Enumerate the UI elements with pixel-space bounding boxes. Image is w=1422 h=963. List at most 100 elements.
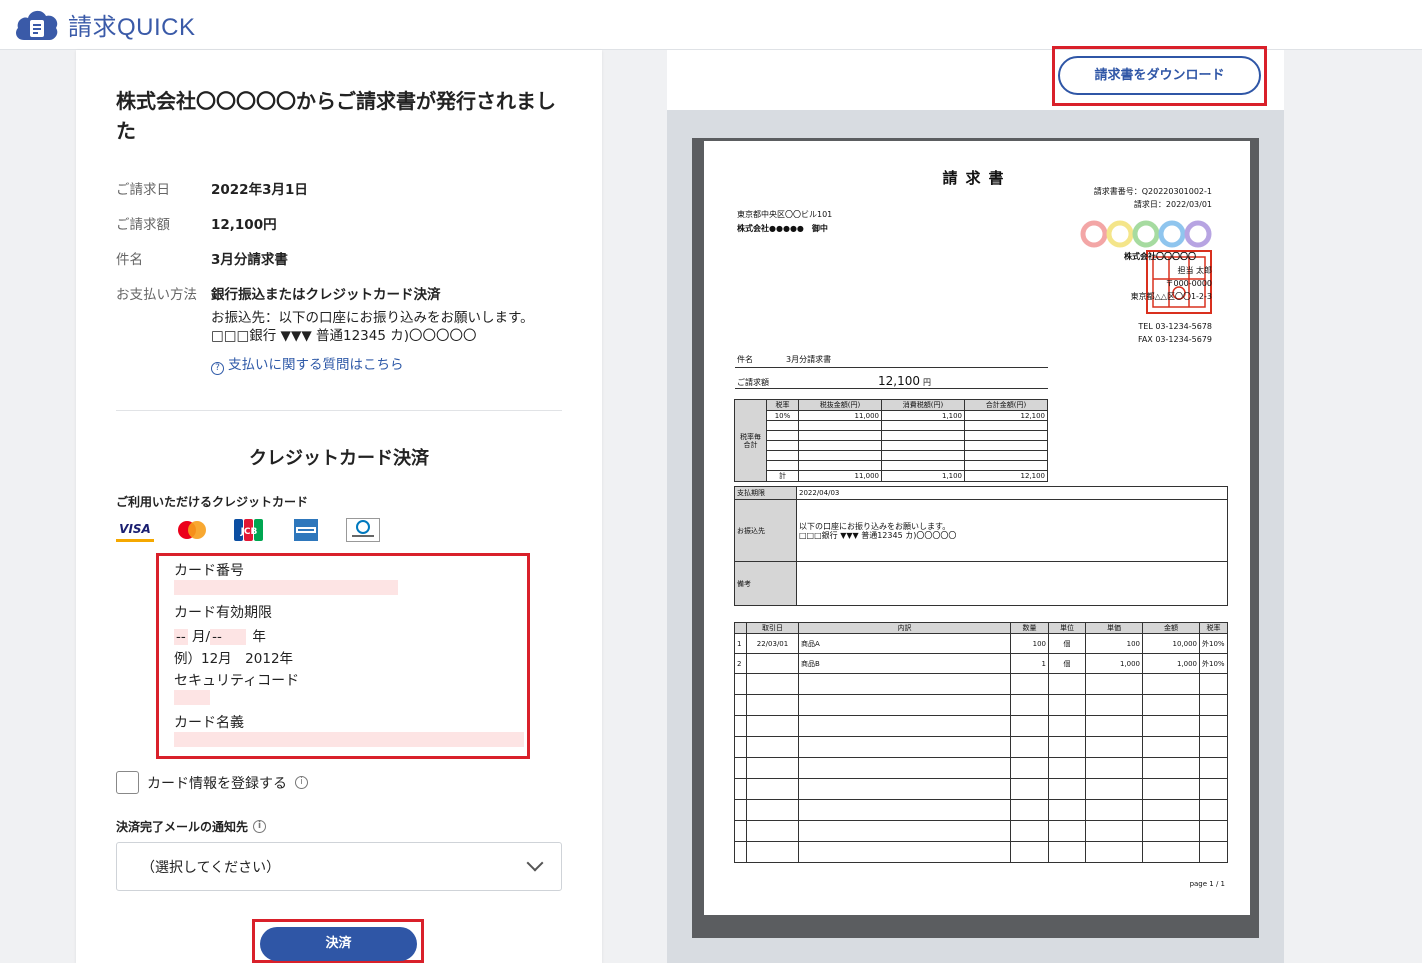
- expiry-month-unit: 月/: [192, 629, 211, 645]
- item-header: 内訳: [798, 622, 1011, 634]
- tax-cell: 12,100: [964, 470, 1048, 482]
- payment-info-table: 支払期限 2022/04/03 お振込先 以下の口座にお振り込みをお願いします。…: [734, 486, 1228, 606]
- item-cell: 外10%: [1199, 653, 1228, 674]
- tax-row: 10% 11,000 1,100 12,100: [735, 410, 1048, 421]
- page-title: 株式会社〇〇〇〇〇からご請求書が発行されました: [116, 89, 556, 143]
- tax-cell: 1,100: [881, 470, 965, 482]
- item-cell: 外10%: [1199, 633, 1228, 654]
- item-header: 金額: [1142, 622, 1200, 634]
- help-link[interactable]: ? 支払いに関する質問はこちら: [211, 357, 534, 375]
- divider: [116, 410, 562, 411]
- bank-line-2: □□□銀行 ▼▼▼ 普通12345 カ)〇〇〇〇〇: [799, 530, 957, 540]
- bank-line-1: 以下の口座にお振り込みをお願いします。: [799, 521, 951, 531]
- item-cell: 2: [734, 653, 747, 674]
- info-icon[interactable]: i: [295, 776, 308, 789]
- issuer-company: 株式会社〇〇〇〇〇: [1124, 252, 1196, 261]
- info-value: 銀行振込またはクレジットカード決済: [211, 287, 441, 303]
- page-number: page 1 / 1: [1189, 880, 1225, 888]
- item-cell: 商品B: [798, 653, 1011, 674]
- note-value: [796, 561, 1228, 606]
- download-button[interactable]: 請求書をダウンロード: [1058, 56, 1261, 95]
- item-row: [734, 673, 1228, 695]
- mail-notify-select[interactable]: （選択してください）: [116, 842, 562, 891]
- invoice-page: 請求書 請求書番号：Q20220301002-1 請求日：2022/03/01 …: [704, 141, 1250, 915]
- info-row: 件名 3月分請求書: [116, 252, 566, 268]
- item-cell: 100: [1010, 633, 1049, 654]
- subject-underline: [735, 367, 1048, 368]
- item-cell: 22/03/01: [746, 633, 799, 654]
- item-header: 税率: [1199, 622, 1228, 634]
- tax-table: 税率毎合計 税率 税抜金額(円) 消費税額(円) 合計金額(円) 10% 11,…: [734, 399, 1048, 482]
- info-key: お支払い方法: [116, 287, 197, 303]
- jcb-icon: JCB: [230, 518, 268, 542]
- item-cell: 1: [1010, 653, 1049, 674]
- help-link-text: 支払いに関する質問はこちら: [228, 357, 404, 373]
- item-cell: 商品A: [798, 633, 1011, 654]
- recipient-address: 東京都中央区〇〇ビル101: [737, 210, 833, 219]
- chevron-down-icon: [526, 854, 544, 872]
- security-code-input[interactable]: [174, 690, 210, 705]
- svg-text:JCB: JCB: [240, 527, 258, 537]
- cloud-document-icon: [16, 10, 58, 40]
- transfer-line-1: お振込先：以下の口座にお振り込みをお願いします。: [211, 310, 534, 326]
- card-number-label: カード番号: [174, 563, 244, 579]
- info-value: 2022年3月1日: [211, 182, 308, 198]
- tax-cell: 11,000: [798, 470, 882, 482]
- item-row: 2 商品B 1 個 1,000 1,000 外10%: [734, 653, 1228, 674]
- pay-button[interactable]: 決済: [260, 927, 417, 961]
- tax-row: [735, 460, 1048, 471]
- tax-row: [735, 440, 1048, 451]
- register-card-checkbox[interactable]: [116, 771, 139, 794]
- item-row: [734, 757, 1228, 779]
- tax-cell: 計: [766, 470, 799, 482]
- tax-header: 税抜金額(円): [798, 399, 882, 411]
- info-value: 12,100円: [211, 217, 277, 233]
- item-row: [734, 715, 1228, 737]
- item-header: 数量: [1010, 622, 1049, 634]
- item-header: 単価: [1085, 622, 1143, 634]
- expiry-year-unit: 年: [252, 629, 266, 645]
- card-name-input[interactable]: [174, 732, 524, 747]
- amex-icon: [287, 518, 325, 542]
- tax-row: [735, 430, 1048, 441]
- question-icon: ?: [211, 362, 224, 375]
- issuer-address: 東京都△△区〇〇1-2-3: [1130, 292, 1212, 301]
- item-row: [734, 778, 1228, 800]
- register-card-row: カード情報を登録する i: [116, 771, 308, 794]
- expiry-month-input[interactable]: --: [174, 629, 188, 645]
- info-icon[interactable]: i: [253, 820, 267, 833]
- item-cell: 1: [734, 633, 747, 654]
- due-value: 2022/04/03: [796, 486, 1228, 500]
- bank-label: お振込先: [734, 499, 797, 562]
- item-header: [734, 622, 747, 634]
- card-number-input[interactable]: [174, 580, 398, 595]
- tax-header: 合計金額(円): [964, 399, 1048, 411]
- tax-row: [735, 450, 1048, 461]
- items-table: 取引日 内訳 数量 単位 単価 金額 税率 1 22/03/01 商品A 100…: [734, 622, 1228, 863]
- logo[interactable]: 請求QUICK: [14, 6, 196, 42]
- item-row: [734, 820, 1228, 842]
- payment-method: 銀行振込またはクレジットカード決済 お振込先：以下の口座にお振り込みをお願いしま…: [211, 287, 534, 375]
- amount-unit: 円: [923, 378, 931, 387]
- available-cards-label: ご利用いただけるクレジットカード: [116, 495, 309, 509]
- card-brands: VISA JCB: [116, 518, 382, 542]
- info-value: 3月分請求書: [211, 252, 288, 268]
- info-key: 件名: [116, 252, 143, 268]
- invoice-date: 請求日：2022/03/01: [1133, 200, 1212, 209]
- security-code-label: セキュリティコード: [174, 673, 300, 689]
- card-form: カード番号 カード有効期限 -- 月/-- 年 例）12月 2012年 セキュリ…: [156, 553, 530, 759]
- pdf-viewer[interactable]: 請求書 請求書番号：Q20220301002-1 請求日：2022/03/01 …: [667, 110, 1284, 963]
- item-cell: 個: [1048, 653, 1086, 674]
- tax-header: 消費税額(円): [881, 399, 965, 411]
- item-row: [734, 841, 1228, 863]
- tax-cell: 12,100: [964, 410, 1048, 421]
- info-row: ご請求額 12,100円: [116, 217, 566, 233]
- item-row: [734, 736, 1228, 758]
- amount-label: ご請求額: [737, 378, 769, 387]
- diners-club-icon: [344, 518, 382, 542]
- item-row: [734, 694, 1228, 716]
- due-label: 支払期限: [734, 486, 797, 500]
- issuer-fax: FAX 03-1234-5679: [1137, 335, 1212, 344]
- expiry-year-input[interactable]: --: [210, 629, 247, 645]
- info-key: ご請求日: [116, 182, 170, 198]
